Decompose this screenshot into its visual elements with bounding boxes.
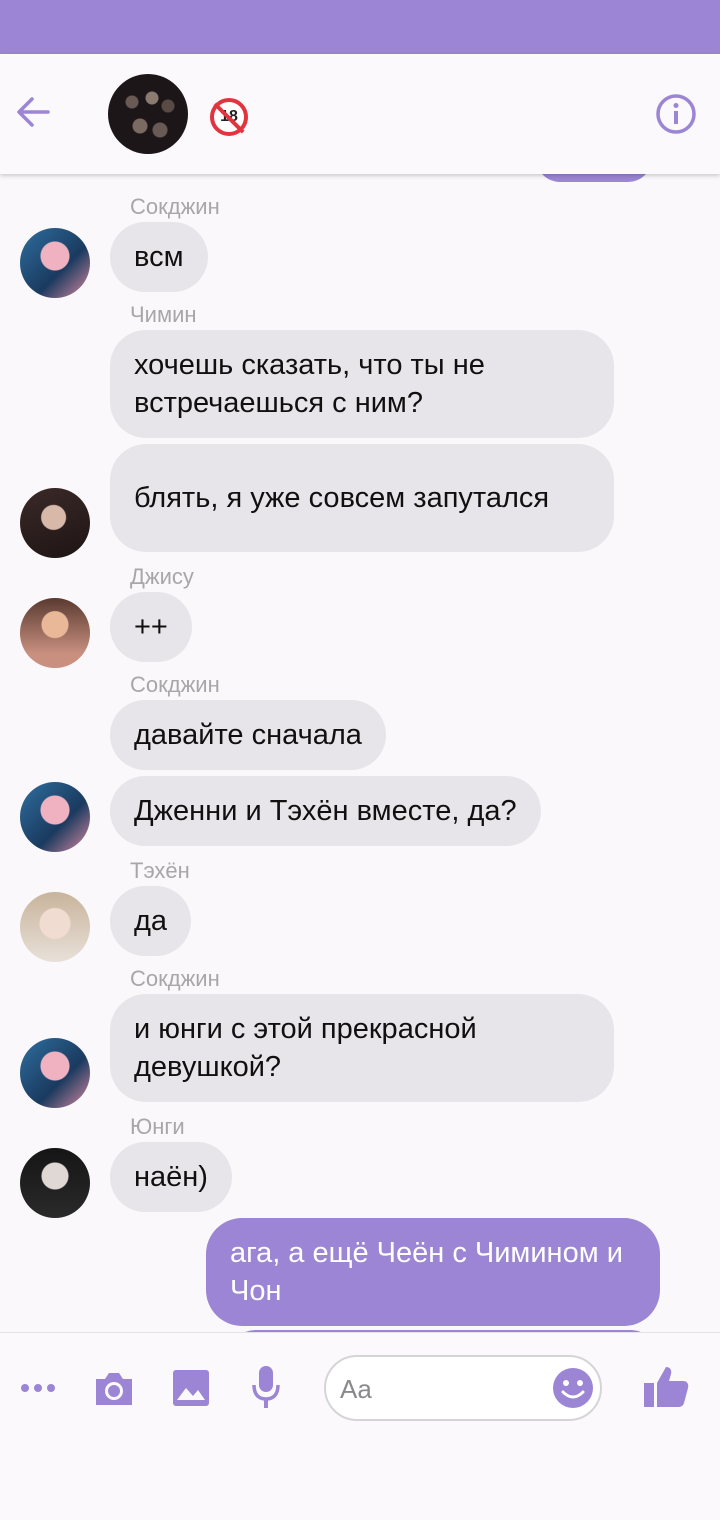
avatar[interactable] bbox=[20, 488, 90, 558]
microphone-icon bbox=[252, 1366, 280, 1408]
status-bar bbox=[0, 0, 720, 54]
back-button[interactable] bbox=[14, 92, 54, 132]
sender-name: Тэхён bbox=[130, 858, 190, 883]
avatar[interactable] bbox=[20, 892, 90, 962]
more-button[interactable] bbox=[18, 1373, 58, 1403]
emoji-button[interactable] bbox=[552, 1367, 594, 1409]
group-avatar[interactable] bbox=[108, 74, 188, 154]
avatar[interactable] bbox=[20, 228, 90, 298]
sender-name: Джису bbox=[130, 564, 194, 589]
arrow-left-icon bbox=[17, 97, 50, 127]
sender-name: Сокджин bbox=[130, 194, 220, 219]
image-icon bbox=[173, 1370, 209, 1406]
sender-name: Сокджин bbox=[130, 966, 220, 991]
emoji-icon bbox=[553, 1368, 593, 1408]
camera-button[interactable] bbox=[92, 1367, 136, 1409]
info-button[interactable] bbox=[654, 92, 698, 136]
bottom-area bbox=[0, 1442, 720, 1520]
composer-bar bbox=[0, 1332, 720, 1442]
message-bubble[interactable]: хочешь сказать, что ты не встречаешься с… bbox=[110, 330, 614, 438]
sender-name: Сокджин bbox=[130, 672, 220, 697]
message-bubble[interactable]: и юнги с этой прекрасной девушкой? bbox=[110, 994, 614, 1102]
avatar[interactable] bbox=[20, 1148, 90, 1218]
message-bubble[interactable]: всм bbox=[110, 222, 208, 292]
microphone-button[interactable] bbox=[250, 1363, 282, 1411]
message-bubble[interactable]: ++ bbox=[110, 592, 192, 662]
avatar[interactable] bbox=[20, 782, 90, 852]
sender-name: Чимин bbox=[130, 302, 197, 327]
message-bubble[interactable]: блять, я уже совсем запутался bbox=[110, 444, 614, 552]
message-bubble-partial bbox=[536, 174, 652, 182]
camera-icon bbox=[96, 1373, 132, 1405]
message-input[interactable] bbox=[340, 1367, 540, 1411]
more-icon bbox=[21, 1384, 55, 1392]
like-button[interactable] bbox=[642, 1363, 690, 1411]
message-bubble[interactable]: наён) bbox=[110, 1142, 232, 1212]
chat-header: 18 bbox=[0, 54, 720, 174]
message-list[interactable]: Сокджин всм Чимин хочешь сказать, что ты… bbox=[0, 174, 720, 1332]
thumbs-up-icon bbox=[644, 1367, 689, 1407]
age-restriction-badge: 18 bbox=[210, 98, 248, 136]
avatar[interactable] bbox=[20, 598, 90, 668]
message-bubble[interactable]: да bbox=[110, 886, 192, 956]
sender-name: Юнги bbox=[130, 1114, 185, 1139]
message-bubble-outgoing[interactable]: ага, а ещё Чеён с Чимином и Чон bbox=[206, 1218, 660, 1326]
message-bubble[interactable]: давайте сначала bbox=[110, 700, 386, 770]
info-icon bbox=[656, 94, 696, 134]
gallery-button[interactable] bbox=[170, 1367, 212, 1409]
avatar[interactable] bbox=[20, 1038, 90, 1108]
message-input-field[interactable] bbox=[324, 1355, 602, 1421]
message-bubble[interactable]: Дженни и Тэхён вместе, да? bbox=[110, 776, 541, 846]
